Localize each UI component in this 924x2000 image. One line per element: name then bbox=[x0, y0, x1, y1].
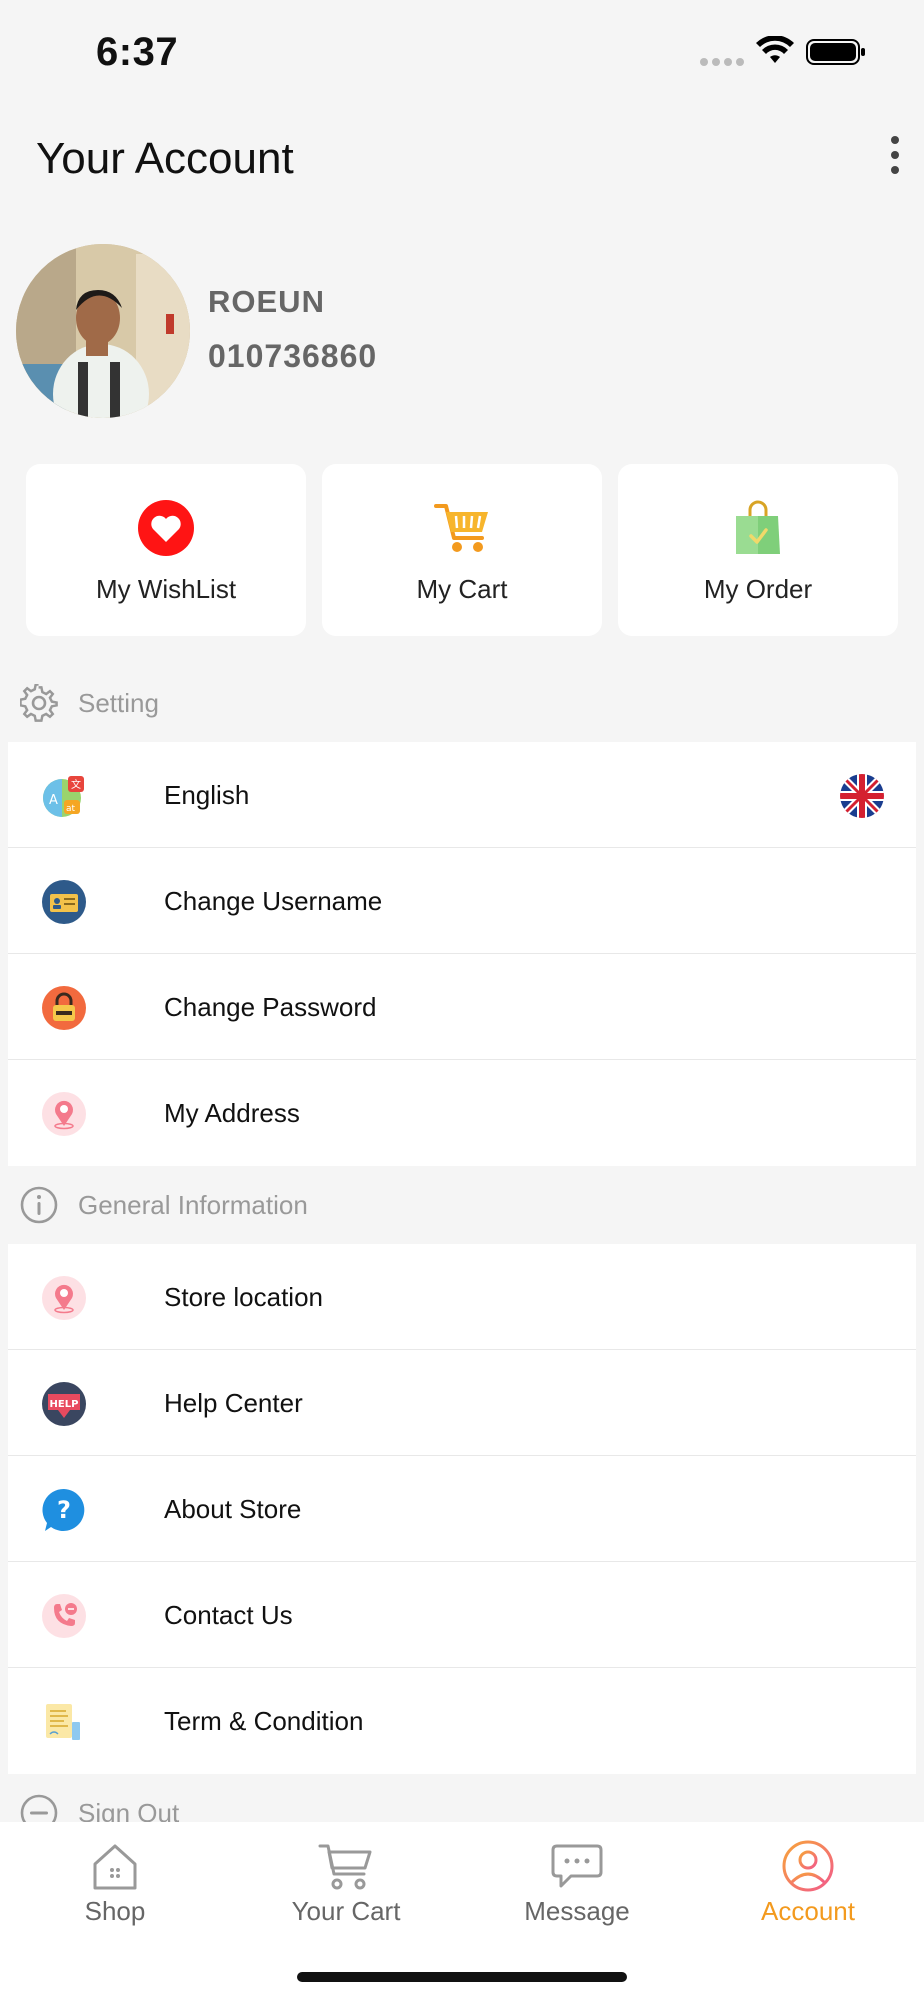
wifi-icon bbox=[756, 36, 794, 63]
cart-outline-icon bbox=[318, 1844, 372, 1890]
translate-icon: A 文 at bbox=[43, 776, 84, 817]
bottom-nav: Shop Your Cart Message Account bbox=[0, 1822, 924, 2000]
nav-label: Your Cart bbox=[291, 1896, 401, 1926]
store-pin-icon bbox=[42, 1276, 86, 1320]
wishlist-label: My WishList bbox=[95, 574, 237, 604]
profile-photo bbox=[16, 244, 190, 418]
cart-card[interactable]: My Cart bbox=[322, 464, 602, 636]
menu-item-help-center[interactable]: HELP Help Center bbox=[8, 1350, 916, 1456]
wishlist-card[interactable]: My WishList bbox=[26, 464, 306, 636]
order-label: My Order bbox=[703, 574, 813, 604]
signal-icon bbox=[700, 58, 744, 66]
nav-message[interactable]: Message bbox=[487, 1840, 667, 1950]
nav-account[interactable]: Account bbox=[718, 1840, 898, 1950]
svg-text:at: at bbox=[66, 804, 76, 814]
nav-label: Shop bbox=[84, 1896, 146, 1926]
svg-text:A: A bbox=[49, 793, 58, 808]
menu-item-change-username[interactable]: Change Username bbox=[8, 848, 916, 954]
settings-section-header: Setting bbox=[0, 672, 924, 732]
svg-text:文: 文 bbox=[71, 778, 81, 791]
menu-label: English bbox=[164, 780, 250, 810]
gear-icon bbox=[20, 684, 58, 722]
menu-label: Change Password bbox=[164, 992, 377, 1022]
avatar[interactable] bbox=[16, 244, 190, 418]
nav-your-cart[interactable]: Your Cart bbox=[256, 1840, 436, 1950]
profile-name: ROEUN bbox=[208, 284, 325, 319]
settings-menu: A 文 at English Change Username Change Pa… bbox=[8, 742, 916, 1166]
info-icon bbox=[20, 1186, 58, 1224]
phone-icon bbox=[42, 1594, 86, 1638]
menu-item-my-address[interactable]: My Address bbox=[8, 1060, 916, 1166]
menu-item-store-location[interactable]: Store location bbox=[8, 1244, 916, 1350]
cart-icon bbox=[434, 504, 488, 552]
menu-label: Help Center bbox=[164, 1388, 303, 1418]
menu-label: Store location bbox=[164, 1282, 323, 1312]
location-pin-icon bbox=[42, 1092, 86, 1136]
profile-phone: 010736860 bbox=[208, 338, 378, 374]
order-card[interactable]: My Order bbox=[618, 464, 898, 636]
svg-text:HELP: HELP bbox=[50, 1399, 79, 1410]
nav-shop[interactable]: Shop bbox=[25, 1840, 205, 1950]
menu-item-terms[interactable]: Term & Condition bbox=[8, 1668, 916, 1774]
menu-item-language[interactable]: A 文 at English bbox=[8, 742, 916, 848]
status-bar: 6:37 bbox=[0, 0, 924, 110]
general-menu: Store location HELP Help Center ? About … bbox=[8, 1244, 916, 1774]
page-title: Your Account bbox=[36, 134, 294, 183]
menu-label: My Address bbox=[164, 1098, 300, 1128]
nav-label: Account bbox=[761, 1896, 855, 1926]
battery-icon bbox=[806, 39, 865, 65]
user-icon bbox=[782, 1840, 834, 1892]
svg-text:?: ? bbox=[57, 1496, 71, 1524]
general-section-title: General Information bbox=[78, 1190, 308, 1220]
more-options-button[interactable] bbox=[880, 130, 910, 180]
nav-label: Message bbox=[524, 1896, 630, 1926]
menu-item-about-store[interactable]: ? About Store bbox=[8, 1456, 916, 1562]
menu-item-change-password[interactable]: Change Password bbox=[8, 954, 916, 1060]
home-icon bbox=[93, 1844, 137, 1890]
help-badge-icon: HELP bbox=[42, 1382, 86, 1426]
home-indicator[interactable] bbox=[297, 1972, 627, 1982]
status-time: 6:37 bbox=[96, 30, 179, 74]
uk-flag-icon bbox=[840, 774, 884, 818]
menu-item-contact-us[interactable]: Contact Us bbox=[8, 1562, 916, 1668]
document-icon bbox=[46, 1704, 80, 1740]
cart-label: My Cart bbox=[416, 574, 508, 604]
lock-icon bbox=[42, 986, 86, 1030]
menu-label: About Store bbox=[164, 1494, 302, 1524]
menu-label: Contact Us bbox=[164, 1600, 293, 1630]
menu-label: Change Username bbox=[164, 886, 383, 916]
question-bubble-icon: ? bbox=[42, 1488, 85, 1531]
settings-section-title: Setting bbox=[78, 688, 159, 718]
general-section-header: General Information bbox=[0, 1174, 924, 1234]
shopping-bag-icon bbox=[736, 500, 780, 554]
heart-icon bbox=[138, 500, 194, 556]
chat-icon bbox=[551, 1844, 603, 1888]
menu-label: Term & Condition bbox=[164, 1706, 364, 1736]
id-card-icon bbox=[42, 880, 86, 924]
